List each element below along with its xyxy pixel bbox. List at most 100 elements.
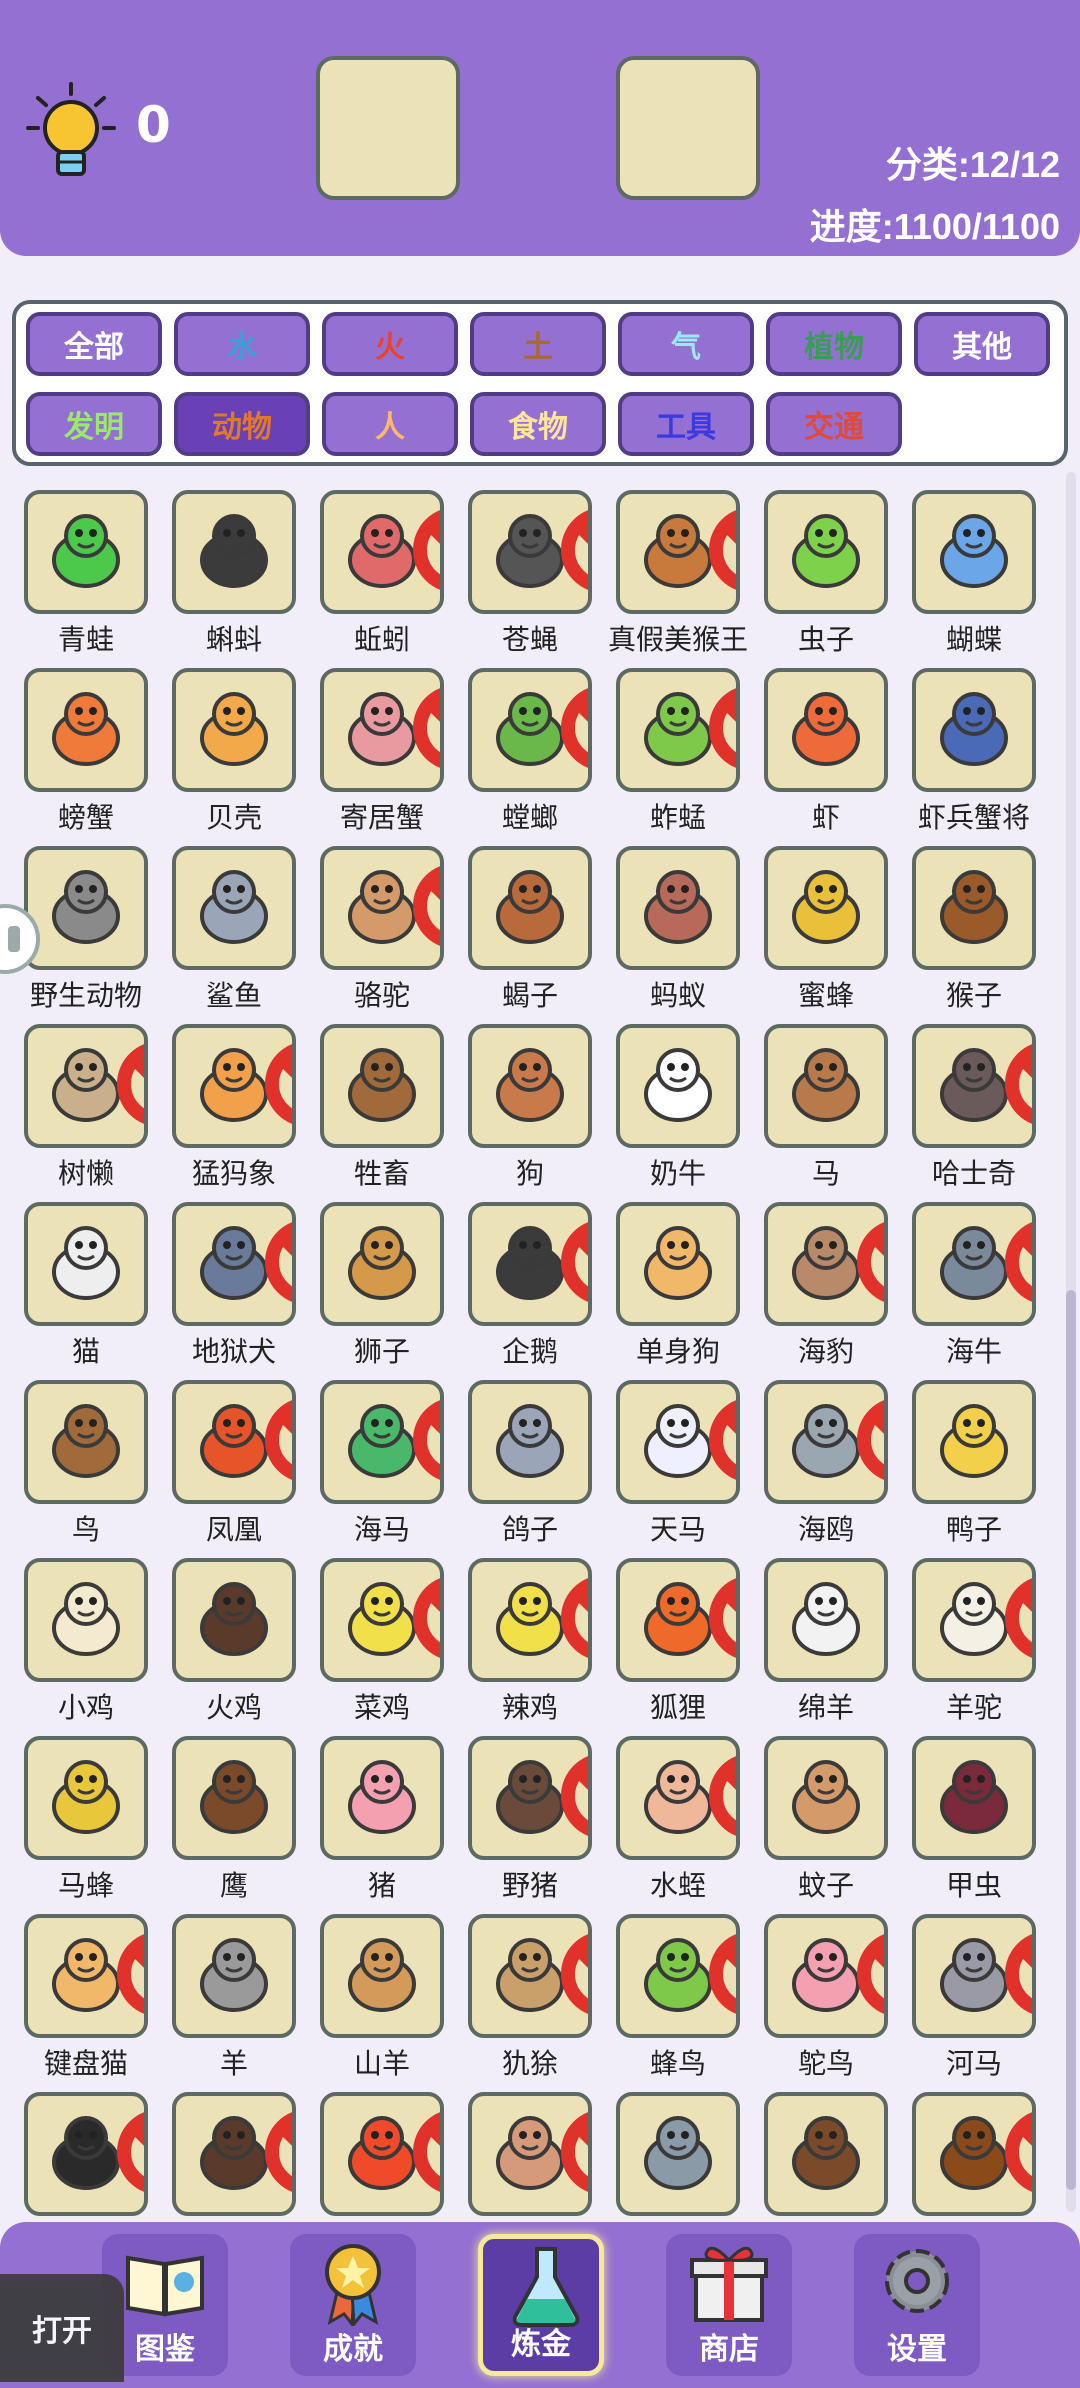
element-tile[interactable] <box>24 2092 148 2216</box>
element-tile[interactable] <box>764 1202 888 1326</box>
element-item[interactable]: 马 <box>752 1018 900 1196</box>
element-tile[interactable] <box>912 1736 1036 1860</box>
element-tile[interactable] <box>616 1736 740 1860</box>
element-tile[interactable] <box>24 1202 148 1326</box>
element-item[interactable]: 奶牛 <box>604 1018 752 1196</box>
element-item[interactable]: 螳螂 <box>456 662 604 840</box>
element-tile[interactable] <box>616 1202 740 1326</box>
element-tile[interactable] <box>912 1558 1036 1682</box>
element-item[interactable]: 绵羊 <box>752 1552 900 1730</box>
element-tile[interactable] <box>912 1024 1036 1148</box>
element-tile[interactable] <box>320 2092 444 2216</box>
element-item[interactable]: 企鹅 <box>456 1196 604 1374</box>
element-tile[interactable] <box>468 1558 592 1682</box>
element-tile[interactable] <box>912 1380 1036 1504</box>
element-tile[interactable] <box>24 668 148 792</box>
element-item[interactable]: 羊驼 <box>900 1552 1048 1730</box>
category-tab[interactable]: 动物 <box>174 392 310 456</box>
element-item[interactable]: 狮子 <box>308 1196 456 1374</box>
element-tile[interactable] <box>616 1024 740 1148</box>
element-tile[interactable] <box>764 1558 888 1682</box>
combine-slot-right[interactable] <box>616 56 760 200</box>
element-tile[interactable] <box>172 1202 296 1326</box>
element-tile[interactable] <box>24 1558 148 1682</box>
element-item[interactable]: 蜜蜂 <box>752 840 900 1018</box>
element-tile[interactable] <box>912 490 1036 614</box>
element-tile[interactable] <box>616 846 740 970</box>
element-tile[interactable] <box>468 1380 592 1504</box>
element-tile[interactable] <box>764 846 888 970</box>
category-tab[interactable]: 食物 <box>470 392 606 456</box>
element-tile[interactable] <box>764 1024 888 1148</box>
element-item[interactable]: 苍蝇 <box>456 484 604 662</box>
element-tile[interactable] <box>616 1558 740 1682</box>
element-tile[interactable] <box>616 1380 740 1504</box>
element-item[interactable] <box>604 2086 752 2222</box>
element-item[interactable]: 鸭子 <box>900 1374 1048 1552</box>
element-tile[interactable] <box>172 1914 296 2038</box>
element-item[interactable]: 牲畜 <box>308 1018 456 1196</box>
element-item[interactable]: 寄居蟹 <box>308 662 456 840</box>
element-tile[interactable] <box>468 1202 592 1326</box>
category-tab[interactable]: 气 <box>618 312 754 376</box>
element-item[interactable]: 小鸡 <box>12 1552 160 1730</box>
element-tile[interactable] <box>320 1380 444 1504</box>
element-tile[interactable] <box>764 1736 888 1860</box>
element-tile[interactable] <box>912 1202 1036 1326</box>
element-item[interactable]: 树懒 <box>12 1018 160 1196</box>
element-item[interactable] <box>456 2086 604 2222</box>
element-item[interactable]: 辣鸡 <box>456 1552 604 1730</box>
element-tile[interactable] <box>172 1736 296 1860</box>
element-tile[interactable] <box>320 1736 444 1860</box>
element-item[interactable]: 蜂鸟 <box>604 1908 752 2086</box>
element-item[interactable]: 山羊 <box>308 1908 456 2086</box>
open-button[interactable]: 打开 <box>0 2274 124 2382</box>
element-item[interactable]: 菜鸡 <box>308 1552 456 1730</box>
element-tile[interactable] <box>764 1914 888 2038</box>
element-item[interactable]: 单身狗 <box>604 1196 752 1374</box>
scrollbar-thumb[interactable] <box>1066 1290 1076 2190</box>
element-item[interactable]: 凤凰 <box>160 1374 308 1552</box>
element-tile[interactable] <box>468 668 592 792</box>
element-tile[interactable] <box>24 846 148 970</box>
element-item[interactable]: 鸵鸟 <box>752 1908 900 2086</box>
element-tile[interactable] <box>764 490 888 614</box>
category-tab[interactable]: 土 <box>470 312 606 376</box>
nav-gear[interactable]: 设置 <box>854 2234 980 2376</box>
element-tile[interactable] <box>468 1024 592 1148</box>
element-item[interactable]: 鸽子 <box>456 1374 604 1552</box>
element-tile[interactable] <box>320 1202 444 1326</box>
element-item[interactable] <box>900 2086 1048 2222</box>
element-item[interactable]: 蝴蝶 <box>900 484 1048 662</box>
element-item[interactable]: 狗 <box>456 1018 604 1196</box>
element-tile[interactable] <box>616 668 740 792</box>
element-tile[interactable] <box>468 2092 592 2216</box>
element-tile[interactable] <box>172 1024 296 1148</box>
element-item[interactable]: 蝌蚪 <box>160 484 308 662</box>
element-item[interactable]: 鲨鱼 <box>160 840 308 1018</box>
element-item[interactable]: 蚂蚁 <box>604 840 752 1018</box>
category-tab[interactable]: 全部 <box>26 312 162 376</box>
element-item[interactable]: 海豹 <box>752 1196 900 1374</box>
element-item[interactable]: 羊 <box>160 1908 308 2086</box>
element-tile[interactable] <box>764 2092 888 2216</box>
element-tile[interactable] <box>172 2092 296 2216</box>
element-item[interactable]: 火鸡 <box>160 1552 308 1730</box>
element-item[interactable] <box>752 2086 900 2222</box>
element-tile[interactable] <box>172 668 296 792</box>
category-tab[interactable]: 发明 <box>26 392 162 456</box>
element-item[interactable]: 天马 <box>604 1374 752 1552</box>
element-item[interactable]: 虫子 <box>752 484 900 662</box>
element-tile[interactable] <box>24 1914 148 2038</box>
category-tab[interactable]: 水 <box>174 312 310 376</box>
element-tile[interactable] <box>616 2092 740 2216</box>
element-tile[interactable] <box>320 490 444 614</box>
element-item[interactable]: 海马 <box>308 1374 456 1552</box>
category-tab[interactable]: 其他 <box>914 312 1050 376</box>
element-tile[interactable] <box>912 1914 1036 2038</box>
element-item[interactable]: 犰狳 <box>456 1908 604 2086</box>
element-item[interactable]: 狐狸 <box>604 1552 752 1730</box>
element-item[interactable] <box>12 2086 160 2222</box>
element-item[interactable]: 真假美猴王 <box>604 484 752 662</box>
element-tile[interactable] <box>24 1736 148 1860</box>
